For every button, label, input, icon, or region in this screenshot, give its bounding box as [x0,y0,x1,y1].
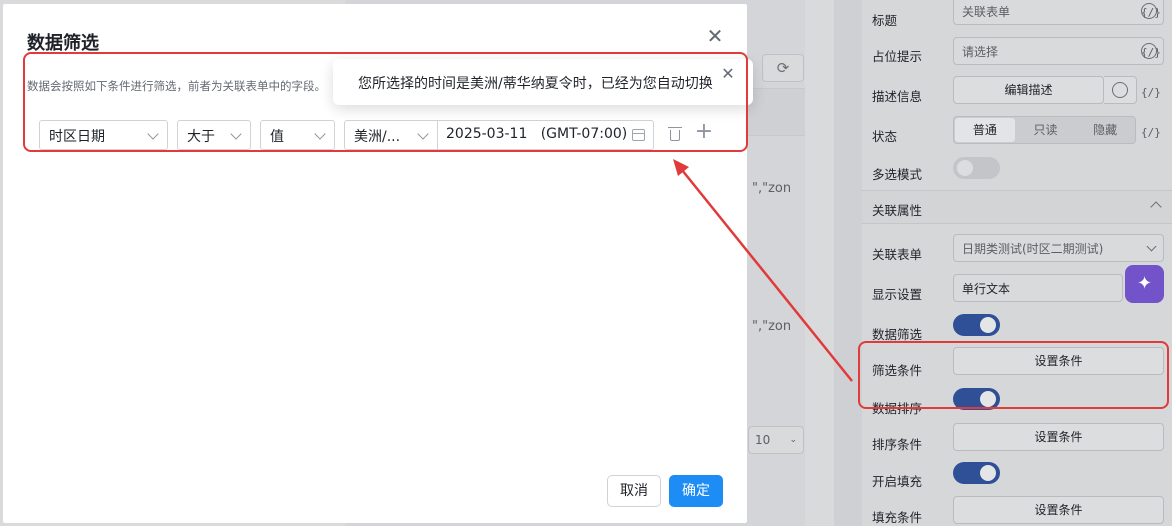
state-option-normal[interactable]: 普通 [955,118,1015,142]
title-input[interactable]: 关联表单 [953,0,1164,25]
prop-row-fill-cond: 填充条件 设置条件 [862,496,1172,526]
formula-icon[interactable]: {/} [1141,126,1161,139]
data-filter-toggle[interactable] [953,314,1000,336]
display-setting-select[interactable]: 单行文本 [953,274,1123,302]
fill-condition-button[interactable]: 设置条件 [953,496,1164,524]
desc-globe-button[interactable] [1104,76,1137,104]
edit-description-button[interactable]: 编辑描述 [953,76,1104,104]
page-size-select: 10 ⌄ [748,426,804,454]
placeholder-input[interactable]: 请选择 [953,37,1164,65]
prop-row-sort-cond: 排序条件 设置条件 [862,423,1172,460]
state-option-hidden[interactable]: 隐藏 [1075,117,1135,143]
annotation-box-filter-setting [858,341,1169,409]
assistant-logo-icon[interactable]: ✦ [1125,265,1164,303]
background-text-fragment: ","zon [752,181,792,196]
prop-label: 标题 [872,13,898,28]
formula-icon[interactable]: {/} [1141,46,1161,59]
confirm-button[interactable]: 确定 [669,475,723,507]
prop-row-fill: 开启填充 [862,461,1172,497]
close-icon[interactable]: ✕ [705,26,725,46]
annotation-box-filter-row [23,52,748,152]
properties-panel: 标题 关联表单 {/} 占位提示 请选择 {/} 描述信息 编辑描述 {/} 状… [862,0,1172,526]
prop-row-assoc-form: 关联表单 日期类测试(时区二期测试) [862,234,1172,270]
fill-toggle[interactable] [953,462,1000,484]
formula-icon[interactable]: {/} [1141,86,1161,99]
sort-condition-button[interactable]: 设置条件 [953,423,1164,451]
formula-icon[interactable]: {/} [1141,6,1161,19]
refresh-icon: ⟳ [762,54,804,82]
prop-row-title: 标题 关联表单 {/} [862,0,1172,36]
prop-label: 填充条件 [872,510,923,525]
globe-icon [1112,82,1128,98]
prop-label: 开启填充 [872,474,923,489]
prop-row-placeholder: 占位提示 请选择 {/} [862,36,1172,72]
prop-label: 多选模式 [872,167,923,182]
background-divider [834,0,862,526]
section-assoc-properties[interactable]: 关联属性 [862,190,1172,224]
state-segmented-control: 普通 只读 隐藏 [953,116,1136,144]
prop-label: 关联表单 [872,247,923,262]
prop-row-multi: 多选模式 [862,154,1172,190]
state-option-readonly[interactable]: 只读 [1016,117,1076,143]
prop-label: 描述信息 [872,89,923,104]
prop-label: 状态 [872,129,898,144]
multi-select-toggle[interactable] [953,157,1000,179]
prop-row-description: 描述信息 编辑描述 {/} [862,76,1172,112]
cancel-button[interactable]: 取消 [607,475,661,507]
prop-label: 占位提示 [872,49,923,64]
prop-label: 显示设置 [872,287,923,302]
background-text-fragment: ","zon [752,319,792,334]
prop-label: 排序条件 [872,437,923,452]
chevron-up-icon [1150,201,1162,213]
chevron-down-icon [1146,241,1157,252]
assoc-form-select[interactable]: 日期类测试(时区二期测试) [953,234,1164,262]
section-title: 关联属性 [872,203,923,218]
